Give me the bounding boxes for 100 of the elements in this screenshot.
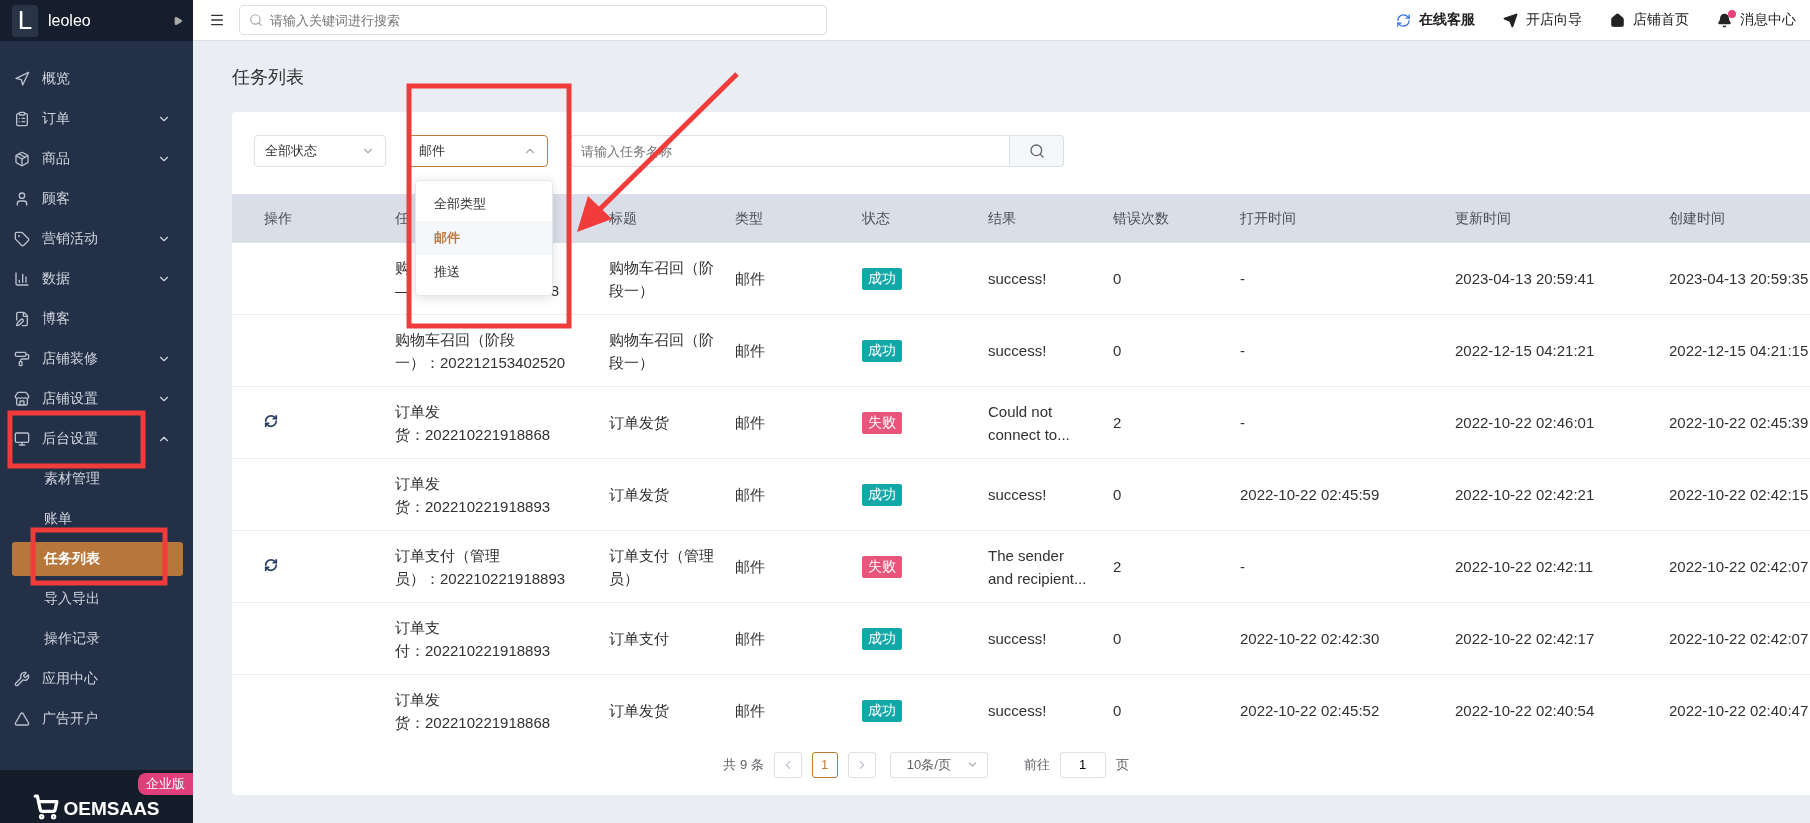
goto-page-field[interactable]: 1 bbox=[1059, 751, 1106, 778]
table-cell-text: Could not connect to... bbox=[988, 401, 1071, 445]
top-link[interactable]: 店铺首页 bbox=[1596, 11, 1703, 29]
retry-icon[interactable] bbox=[264, 558, 278, 572]
table-cell-text: 邮件 bbox=[735, 485, 765, 505]
table-cell-text: 2022-10-22 02:42:07 bbox=[1669, 629, 1809, 649]
store-name: leoleo bbox=[48, 11, 92, 30]
brand-logo: L bbox=[12, 4, 38, 37]
table-cell-text: 购物车召回（阶段一） bbox=[609, 257, 715, 301]
table-cell-text: - bbox=[1240, 557, 1245, 577]
table-cell-text: 邮件 bbox=[735, 341, 765, 361]
nav-subitem[interactable]: 账单 bbox=[12, 502, 183, 536]
nav-icon bbox=[14, 71, 30, 87]
nav-item[interactable]: 顾客 bbox=[0, 179, 193, 219]
table-cell-text: success! bbox=[988, 485, 1047, 505]
status-badge: 成功 bbox=[862, 699, 902, 722]
table-cell-text: 邮件 bbox=[735, 557, 765, 577]
nav-item[interactable]: 概览 bbox=[0, 59, 193, 99]
dropdown-option[interactable]: 全部类型 bbox=[416, 187, 552, 221]
status-badge: 成功 bbox=[862, 339, 902, 362]
nav-subitem[interactable]: 任务列表 bbox=[12, 542, 183, 576]
table-cell-text: 邮件 bbox=[735, 269, 765, 289]
table-cell-text: 订单发 货：202210221918893 bbox=[395, 473, 551, 517]
table-cell-text: success! bbox=[988, 701, 1047, 721]
page-suffix: 页 bbox=[1115, 755, 1129, 774]
table-cell-text: 订单发货 bbox=[609, 701, 669, 721]
nav-icon bbox=[14, 271, 30, 287]
table-cell-text: 2022-12-15 04:21:21 bbox=[1455, 341, 1595, 361]
nav-item[interactable]: 店铺装修 bbox=[0, 339, 193, 379]
nav-item[interactable]: 订单 bbox=[0, 99, 193, 139]
table-cell-text: 0 bbox=[1113, 485, 1122, 505]
nav-item[interactable]: 商品 bbox=[0, 139, 193, 179]
column-header: 标题 bbox=[609, 209, 637, 228]
nav-item[interactable]: 后台设置 bbox=[0, 419, 193, 459]
nav-subitem[interactable]: 素材管理 bbox=[12, 462, 183, 496]
search-field[interactable]: 请输入关键词进行搜索 bbox=[239, 5, 827, 35]
column-header: 操作 bbox=[264, 209, 292, 228]
table-cell-text: 邮件 bbox=[735, 413, 765, 433]
nav-icon bbox=[14, 671, 30, 687]
column-header: 打开时间 bbox=[1240, 209, 1296, 228]
top-link[interactable]: 开店向导 bbox=[1489, 11, 1596, 29]
table-cell-text: 订单发 货：202210221918868 bbox=[395, 689, 551, 733]
nav-subitem[interactable]: 操作记录 bbox=[12, 622, 183, 656]
nav-item[interactable]: 数据 bbox=[0, 259, 193, 299]
table-cell-text: 2022-10-22 02:42:17 bbox=[1455, 629, 1595, 649]
column-header: 状态 bbox=[862, 209, 890, 228]
nav-icon bbox=[14, 191, 30, 207]
nav-item[interactable]: 广告开户 bbox=[0, 699, 193, 739]
nav-item[interactable]: 店铺设置 bbox=[0, 379, 193, 419]
status-badge: 失败 bbox=[862, 411, 902, 434]
nav-icon bbox=[14, 351, 30, 367]
refresh-icon bbox=[1396, 12, 1411, 28]
column-header: 更新时间 bbox=[1455, 209, 1511, 228]
page-title: 任务列表 bbox=[232, 66, 305, 89]
home-icon bbox=[1610, 12, 1625, 28]
goto-label: 前往 bbox=[1023, 755, 1050, 774]
nav-subitem[interactable]: 导入导出 bbox=[12, 582, 183, 616]
table-cell-text: 订单支付（管理员） bbox=[609, 545, 715, 589]
column-header: 错误次数 bbox=[1113, 209, 1169, 228]
dropdown-option[interactable]: 推送 bbox=[416, 255, 552, 289]
table-cell-text: 邮件 bbox=[735, 629, 765, 649]
table-cell-text: 2022-12-15 04:21:15 bbox=[1669, 341, 1809, 361]
table-cell-text: 0 bbox=[1113, 629, 1122, 649]
nav-icon bbox=[14, 711, 30, 727]
status-select[interactable]: 全部状态 bbox=[254, 135, 386, 167]
table-cell-text: 订单支付 bbox=[609, 629, 669, 649]
table-cell-text: success! bbox=[988, 269, 1047, 289]
menu-icon[interactable] bbox=[209, 12, 225, 28]
table-cell-text: success! bbox=[988, 341, 1047, 361]
column-header: 创建时间 bbox=[1669, 209, 1725, 228]
table-cell-text: 订单发 货：202210221918868 bbox=[395, 401, 551, 445]
search-button[interactable] bbox=[1010, 135, 1064, 167]
table-cell-text: - bbox=[1240, 341, 1245, 361]
table-cell-text: 订单发货 bbox=[609, 413, 669, 433]
table-cell-text: 0 bbox=[1113, 701, 1122, 721]
page-size-select[interactable]: 10条/页 bbox=[889, 751, 988, 778]
nav-item[interactable]: 博客 bbox=[0, 299, 193, 339]
nav-icon bbox=[14, 111, 30, 127]
table-cell-text: 2022-10-22 02:45:59 bbox=[1240, 485, 1380, 505]
column-header: 结果 bbox=[988, 209, 1016, 228]
column-header: 类型 bbox=[735, 209, 763, 228]
table-cell-text: 2 bbox=[1113, 413, 1122, 433]
nav-item[interactable]: 应用中心 bbox=[0, 659, 193, 699]
search-icon bbox=[1028, 143, 1045, 159]
top-link[interactable]: 消息中心 bbox=[1703, 11, 1810, 29]
table-cell-text: success! bbox=[988, 629, 1047, 649]
table-cell-text: 0 bbox=[1113, 341, 1122, 361]
retry-icon[interactable] bbox=[264, 414, 278, 428]
table-cell-text: The sender and recipient... bbox=[988, 545, 1088, 589]
table-cell-text: 2023-04-13 20:59:35 bbox=[1669, 269, 1809, 289]
table-cell-text: 2022-10-22 02:46:01 bbox=[1455, 413, 1595, 433]
table-cell-text: 2 bbox=[1113, 557, 1122, 577]
table-cell-text: 邮件 bbox=[735, 701, 765, 721]
expand-icon[interactable] bbox=[173, 15, 183, 26]
nav-icon bbox=[14, 431, 30, 447]
top-link[interactable]: 在线客服 bbox=[1382, 11, 1489, 29]
table-cell-text: - bbox=[1240, 269, 1245, 289]
nav-item[interactable]: 营销活动 bbox=[0, 219, 193, 259]
table-cell-text: 2023-04-13 20:59:41 bbox=[1455, 269, 1595, 289]
nav-icon bbox=[14, 231, 30, 247]
